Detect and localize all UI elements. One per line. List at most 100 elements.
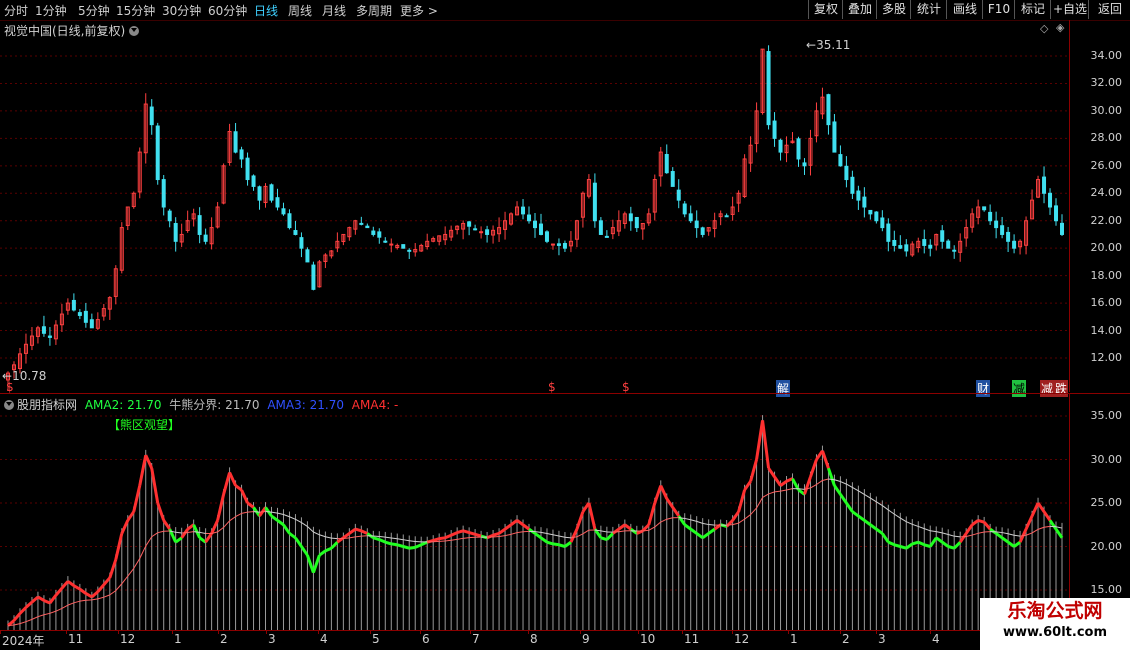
period-tab-monthly[interactable]: 月线: [322, 2, 346, 19]
candle-body: [628, 213, 633, 222]
price-trace: [534, 532, 542, 540]
candle-body: [305, 249, 310, 263]
price-trace: [899, 545, 907, 550]
candle-body: [928, 244, 933, 249]
f10-button[interactable]: F10: [982, 0, 1015, 19]
price-trace: [318, 549, 327, 557]
candle-body: [203, 234, 208, 242]
price-trace: [396, 543, 404, 548]
candle-body: [257, 186, 262, 201]
stats-button[interactable]: 统计: [910, 0, 947, 19]
date-label: 12: [120, 632, 136, 646]
price-trace: [37, 595, 45, 602]
ama-line: [97, 596, 104, 600]
candle-body: [892, 239, 897, 246]
period-tab-15min[interactable]: 15分钟: [116, 2, 155, 19]
ama-line: [7, 624, 15, 627]
ama-line: [349, 536, 356, 539]
overlay-button[interactable]: 叠加: [842, 0, 877, 19]
ama-line: [948, 534, 955, 537]
price-trace: [575, 511, 585, 530]
ama-line: [91, 598, 98, 601]
ama-line: [55, 607, 63, 612]
price-trace: [516, 519, 524, 526]
period-tab-daily[interactable]: 日线: [254, 2, 278, 19]
adjust-button[interactable]: 复权: [808, 0, 843, 19]
ama-line: [139, 545, 147, 559]
price-trace: [773, 476, 782, 487]
candle-body: [604, 235, 609, 238]
price-trace: [953, 541, 962, 550]
candle-body: [946, 240, 951, 249]
candle-body: [365, 225, 370, 229]
ama-line: [816, 480, 823, 485]
period-tab-more[interactable]: 更多 >: [400, 2, 438, 19]
date-tick: [840, 630, 841, 634]
ama-line: [289, 516, 296, 520]
period-tab-multi[interactable]: 多周期: [356, 2, 392, 19]
candle-body: [994, 220, 999, 229]
date-label: 8: [530, 632, 538, 646]
candle-body: [862, 196, 867, 208]
price-trace: [468, 531, 476, 536]
ama-line: [199, 531, 206, 534]
price-trace: [1048, 519, 1058, 530]
multi-stock-button[interactable]: 多股: [876, 0, 911, 19]
mark-button[interactable]: 标记: [1014, 0, 1051, 19]
ama-line: [966, 534, 973, 537]
ama-line: [451, 538, 458, 541]
price-trace: [767, 467, 776, 478]
period-tab-30min[interactable]: 30分钟: [162, 2, 201, 19]
price-tick: 26.00: [1090, 158, 1123, 172]
dividend-marker[interactable]: $: [622, 380, 630, 394]
ama-line: [726, 524, 733, 526]
ama-line: [67, 602, 75, 606]
candle-body: [71, 299, 76, 311]
draw-line-button[interactable]: 画线: [946, 0, 983, 19]
period-tab-weekly[interactable]: 周线: [288, 2, 312, 19]
date-label: 9: [582, 632, 590, 646]
price-trace: [689, 527, 698, 535]
price-trace: [384, 540, 392, 546]
ama-line: [229, 516, 236, 522]
dividend-marker[interactable]: $: [548, 380, 556, 394]
candle-body: [233, 131, 238, 153]
date-tick: [218, 630, 219, 634]
add-watchlist-button[interactable]: +自选: [1050, 0, 1089, 19]
price-trace: [402, 545, 410, 550]
period-tab-60min[interactable]: 60分钟: [208, 2, 247, 19]
candle-body: [1012, 240, 1017, 249]
ama-line: [852, 486, 859, 492]
back-button[interactable]: 返回: [1088, 0, 1130, 19]
period-tab-1min[interactable]: 1分钟: [35, 2, 67, 19]
price-trace: [659, 484, 669, 500]
price-chart[interactable]: [0, 20, 1070, 392]
candle-body: [556, 243, 561, 246]
price-trace: [438, 536, 446, 541]
date-tick: [876, 630, 877, 634]
watermark-title: 乐淘公式网: [1007, 600, 1103, 622]
price-trace: [378, 538, 386, 544]
ama-line: [151, 532, 158, 538]
price-trace: [552, 542, 560, 547]
price-trace: [432, 537, 440, 542]
price-trace: [474, 532, 482, 538]
period-tab-5min[interactable]: 5分钟: [78, 2, 110, 19]
ama-line: [810, 484, 817, 489]
period-tab-intraday[interactable]: 分时: [4, 2, 28, 19]
ama-line: [271, 511, 278, 514]
ama-line: [385, 536, 392, 539]
ama-line: [343, 537, 350, 539]
ama-line: [834, 479, 841, 483]
date-label: 1: [174, 632, 182, 646]
price-trace: [504, 523, 512, 531]
price-tick: 14.00: [1090, 323, 1123, 337]
price-trace: [587, 502, 597, 530]
period-toolbar: 分时 1分钟 5分钟 15分钟 30分钟 60分钟 日线 周线 月线 多周期 更…: [0, 0, 1130, 21]
price-trace: [845, 502, 854, 513]
date-axis-line: [0, 630, 1130, 631]
dividend-marker[interactable]: $: [6, 380, 14, 394]
ama-line: [19, 621, 27, 625]
price-trace: [409, 545, 416, 550]
indicator-chart[interactable]: [0, 394, 1070, 630]
